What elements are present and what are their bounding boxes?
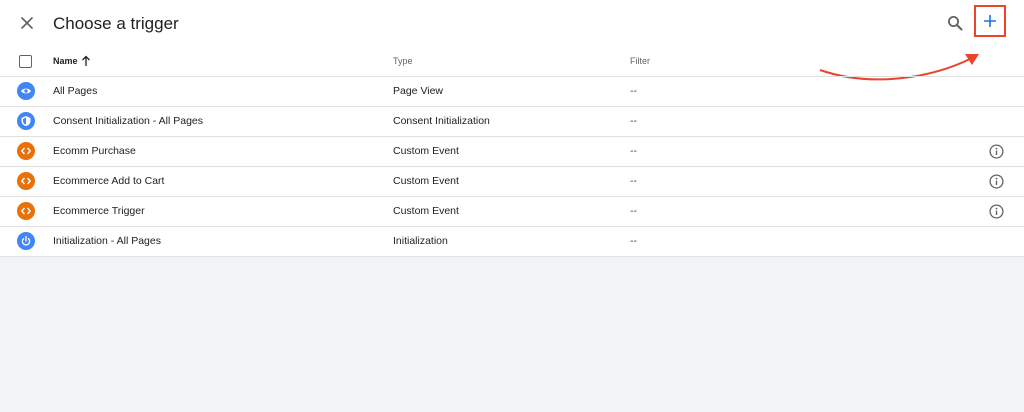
trigger-filter: -- <box>630 175 637 187</box>
trigger-type: Custom Event <box>393 175 459 187</box>
trigger-filter: -- <box>630 205 637 217</box>
search-button[interactable] <box>943 11 967 35</box>
table-row[interactable]: All Pages Page View -- <box>0 77 1024 107</box>
eye-icon <box>17 82 35 100</box>
dialog-header: Choose a trigger <box>0 0 1024 48</box>
trigger-name: Initialization - All Pages <box>53 235 161 247</box>
trigger-name: Ecommerce Trigger <box>53 205 145 217</box>
info-icon[interactable] <box>988 173 1005 190</box>
trigger-filter: -- <box>630 85 637 97</box>
power-icon <box>17 232 35 250</box>
code-icon <box>17 142 35 160</box>
arrow-up-icon[interactable] <box>81 55 91 67</box>
trigger-name: Ecommerce Add to Cart <box>53 175 165 187</box>
page: Choose a trigger Name Type Filter All Pa… <box>0 0 1024 412</box>
info-icon[interactable] <box>988 203 1005 220</box>
trigger-type: Consent Initialization <box>393 115 490 127</box>
trigger-name: Ecomm Purchase <box>53 145 136 157</box>
trigger-type: Custom Event <box>393 145 459 157</box>
shield-icon <box>17 112 35 130</box>
table-row[interactable]: Initialization - All Pages Initialization… <box>0 227 1024 257</box>
table-row[interactable]: Ecommerce Add to Cart Custom Event -- <box>0 167 1024 197</box>
select-all-checkbox[interactable] <box>19 55 32 68</box>
info-icon[interactable] <box>988 143 1005 160</box>
trigger-name: Consent Initialization - All Pages <box>53 115 203 127</box>
trigger-picker-panel: Choose a trigger Name Type Filter All Pa… <box>0 0 1024 257</box>
trigger-filter: -- <box>630 235 637 247</box>
code-icon <box>17 202 35 220</box>
trigger-type: Custom Event <box>393 205 459 217</box>
table-header: Name Type Filter <box>0 48 1024 77</box>
plus-icon <box>984 15 996 27</box>
column-header-filter[interactable]: Filter <box>630 56 650 66</box>
close-icon <box>20 16 34 30</box>
table-row[interactable]: Ecomm Purchase Custom Event -- <box>0 137 1024 167</box>
trigger-filter: -- <box>630 145 637 157</box>
search-icon <box>948 16 963 31</box>
column-header-type[interactable]: Type <box>393 56 413 66</box>
trigger-type: Initialization <box>393 235 448 247</box>
trigger-name: All Pages <box>53 85 98 97</box>
trigger-type: Page View <box>393 85 444 97</box>
dialog-title: Choose a trigger <box>53 14 179 33</box>
table-row[interactable]: Consent Initialization - All Pages Consen… <box>0 107 1024 137</box>
add-trigger-button[interactable] <box>974 5 1006 37</box>
trigger-filter: -- <box>630 115 637 127</box>
code-icon <box>17 172 35 190</box>
column-header-name[interactable]: Name <box>53 56 78 66</box>
close-button[interactable] <box>14 10 40 36</box>
table-row[interactable]: Ecommerce Trigger Custom Event -- <box>0 197 1024 227</box>
